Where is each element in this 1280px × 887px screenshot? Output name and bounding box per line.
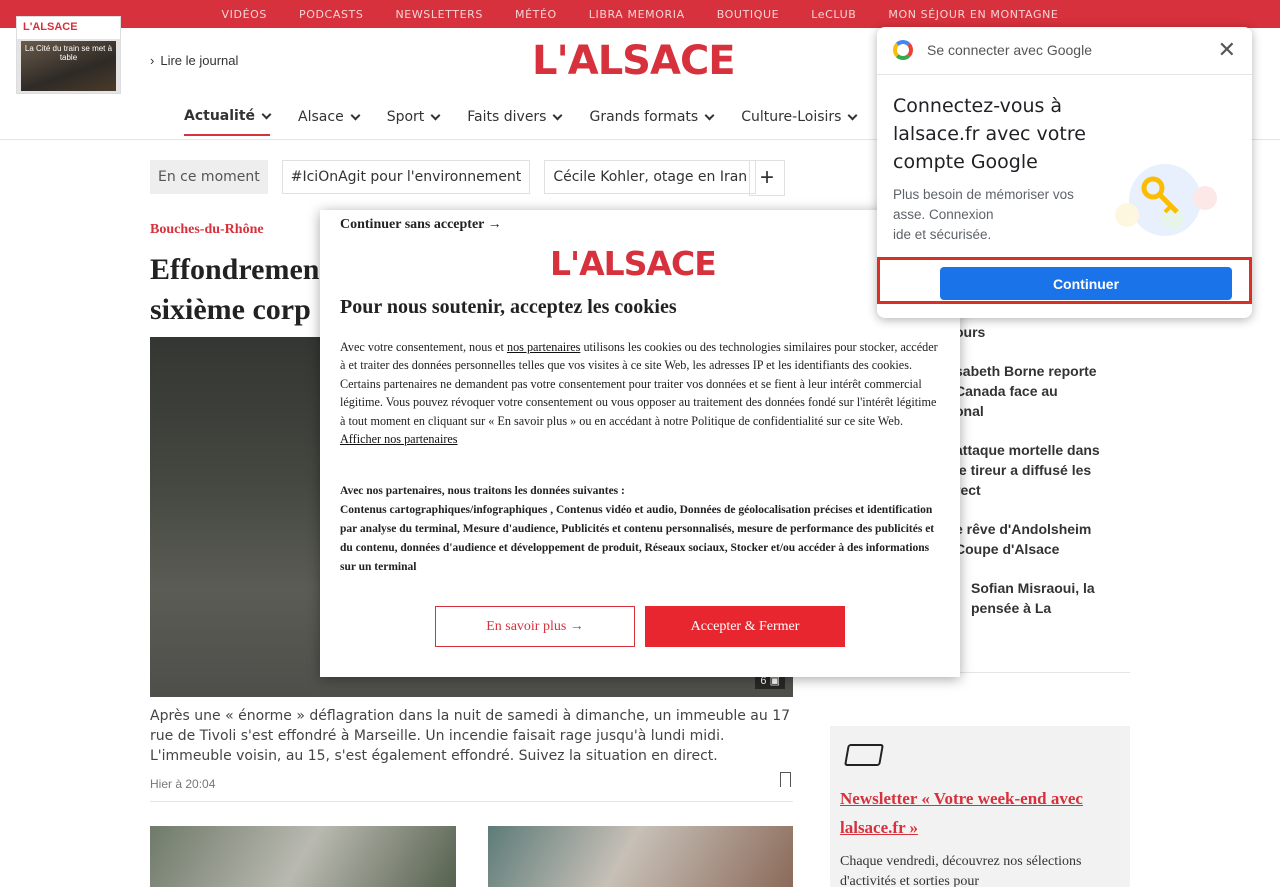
nav-item-0[interactable]: Actualité bbox=[184, 108, 272, 136]
google-signin-popup: Se connecter avec Google ✕ Connectez-vou… bbox=[877, 27, 1252, 318]
chevron-right-icon: › bbox=[150, 53, 155, 68]
key-illustration-icon bbox=[1115, 164, 1217, 236]
chevron-down-icon bbox=[261, 109, 272, 119]
sidebar-item-4[interactable]: e rêve d'Andolsheim Coupe d'Alsace bbox=[955, 519, 1115, 559]
plus-icon: + bbox=[759, 164, 774, 191]
sidebar-item-3[interactable]: attaque mortelle dans le tireur a diffus… bbox=[955, 440, 1115, 500]
article-thumbnail-2[interactable] bbox=[488, 826, 793, 887]
chevron-down-icon bbox=[848, 110, 858, 120]
topbar-link-4[interactable]: LIBRA MEMORIA bbox=[573, 8, 701, 21]
nav-item-1[interactable]: Alsace bbox=[298, 108, 361, 136]
bookmark-icon[interactable] bbox=[780, 772, 791, 787]
google-popup-description: Plus besoin de mémoriser vos asse. Conne… bbox=[893, 187, 1074, 242]
accept-close-button[interactable]: Accepter & Fermer bbox=[645, 606, 845, 647]
topbar-link-3[interactable]: MÉTÉO bbox=[499, 8, 573, 21]
topbar-link-2[interactable]: NEWSLETTERS bbox=[379, 8, 499, 21]
journal-masthead: L'ALSACE bbox=[17, 17, 120, 39]
article-caption: Après une « énorme » déflagration dans l… bbox=[150, 708, 791, 764]
nav-item-label: Grands formats bbox=[589, 109, 699, 125]
chevron-down-icon bbox=[350, 110, 361, 120]
show-partners-link[interactable]: Afficher nos partenaires bbox=[340, 432, 458, 446]
google-continue-button[interactable]: Continuer bbox=[940, 267, 1232, 300]
newsletter-box: Newsletter « Votre week-end avec lalsace… bbox=[830, 726, 1130, 887]
site-logo[interactable]: L'ALSACE bbox=[532, 38, 736, 84]
nav-item-3[interactable]: Faits divers bbox=[467, 108, 563, 136]
cookie-data-section: Avec nos partenaires, nous traitons les … bbox=[340, 482, 940, 577]
chevron-down-icon bbox=[430, 110, 441, 120]
google-popup-title: Connectez-vous à lalsace.fr avec votre c… bbox=[893, 95, 1086, 173]
more-tags-button[interactable]: + bbox=[749, 160, 785, 196]
topbar-link-6[interactable]: LeCLUB bbox=[795, 8, 872, 21]
google-logo-icon bbox=[893, 40, 913, 60]
newsletter-description: Chaque vendredi, découvrez nos sélection… bbox=[840, 854, 1082, 887]
topbar-link-0[interactable]: VIDÉOS bbox=[206, 8, 283, 21]
tag-cecile-kohler[interactable]: Cécile Kohler, otage en Iran bbox=[544, 160, 757, 194]
chevron-down-icon bbox=[553, 110, 563, 120]
article-kicker[interactable]: Bouches-du-Rhône bbox=[150, 222, 264, 238]
google-popup-header-text: Se connecter avec Google bbox=[927, 42, 1092, 58]
tag-now-label: En ce moment bbox=[150, 160, 268, 194]
cookie-logo: L'ALSACE bbox=[550, 244, 717, 283]
read-journal-link[interactable]: › Lire le journal bbox=[150, 53, 238, 68]
tag-environment[interactable]: #IciOnAgit pour l'environnement bbox=[281, 160, 531, 194]
nav-item-label: Culture-Loisirs bbox=[741, 109, 842, 125]
nav-item-4[interactable]: Grands formats bbox=[589, 108, 715, 136]
google-popup-header: Se connecter avec Google bbox=[893, 40, 1092, 60]
nav-item-label: Sport bbox=[386, 109, 425, 125]
learn-more-button[interactable]: En savoir plus → bbox=[435, 606, 635, 647]
trending-tags: En ce moment #IciOnAgit pour l'environne… bbox=[150, 160, 757, 194]
article-thumbnail-1[interactable] bbox=[150, 826, 456, 887]
close-icon[interactable]: ✕ bbox=[1218, 37, 1236, 63]
top-bar: VIDÉOS PODCASTS NEWSLETTERS MÉTÉO LIBRA MEMO… bbox=[0, 0, 1280, 28]
journal-cover-image: La Cité du train se met à table bbox=[21, 41, 116, 91]
nav-item-label: Faits divers bbox=[467, 109, 547, 125]
newsletter-title[interactable]: Newsletter « Votre week-end avec lalsace… bbox=[840, 784, 1120, 842]
topbar-link-7[interactable]: MON SÉJOUR EN MONTAGNE bbox=[872, 8, 1074, 21]
article-divider bbox=[150, 801, 793, 802]
google-popup-divider bbox=[877, 74, 1252, 75]
cookie-body-pre: Avec votre consentement, nous et bbox=[340, 340, 507, 354]
sidebar-item-2[interactable]: sabeth Borne reporte Canada face au onal bbox=[955, 361, 1115, 421]
topbar-link-5[interactable]: BOUTIQUE bbox=[701, 8, 796, 21]
topbar-link-1[interactable]: PODCASTS bbox=[283, 8, 379, 21]
nav-item-label: Actualité bbox=[184, 108, 256, 124]
main-nav: Actualité Alsace Sport Faits divers Grands f… bbox=[184, 108, 942, 136]
newsletter-icon bbox=[844, 744, 884, 766]
cookie-consent-modal: Continuer sans accepter → L'ALSACE Pour … bbox=[320, 210, 960, 677]
cookie-body: Avec votre consentement, nous et nos par… bbox=[340, 338, 940, 448]
cookie-data-heading: Avec nos partenaires, nous traitons les … bbox=[340, 485, 625, 497]
partners-link[interactable]: nos partenaires bbox=[507, 340, 580, 354]
journal-cover[interactable]: L'ALSACE La Cité du train se met à table bbox=[16, 16, 121, 94]
cookie-data-list: Contenus cartographiques/infographiques … bbox=[340, 504, 935, 573]
continue-without-accepting-link[interactable]: Continuer sans accepter → bbox=[340, 217, 502, 233]
nav-item-5[interactable]: Culture-Loisirs bbox=[741, 108, 858, 136]
read-journal-label: Lire le journal bbox=[160, 53, 239, 68]
cookie-title: Pour nous soutenir, acceptez les cookies bbox=[340, 296, 677, 318]
nav-item-2[interactable]: Sport bbox=[386, 108, 441, 136]
sidebar-item-1[interactable]: ours bbox=[955, 322, 1115, 342]
chevron-down-icon bbox=[704, 110, 715, 120]
nav-item-label: Alsace bbox=[298, 109, 344, 125]
article-time: Hier à 20:04 bbox=[150, 777, 216, 791]
sidebar-item-5[interactable]: Sofian Misraoui, la pensée à La bbox=[971, 578, 1131, 618]
